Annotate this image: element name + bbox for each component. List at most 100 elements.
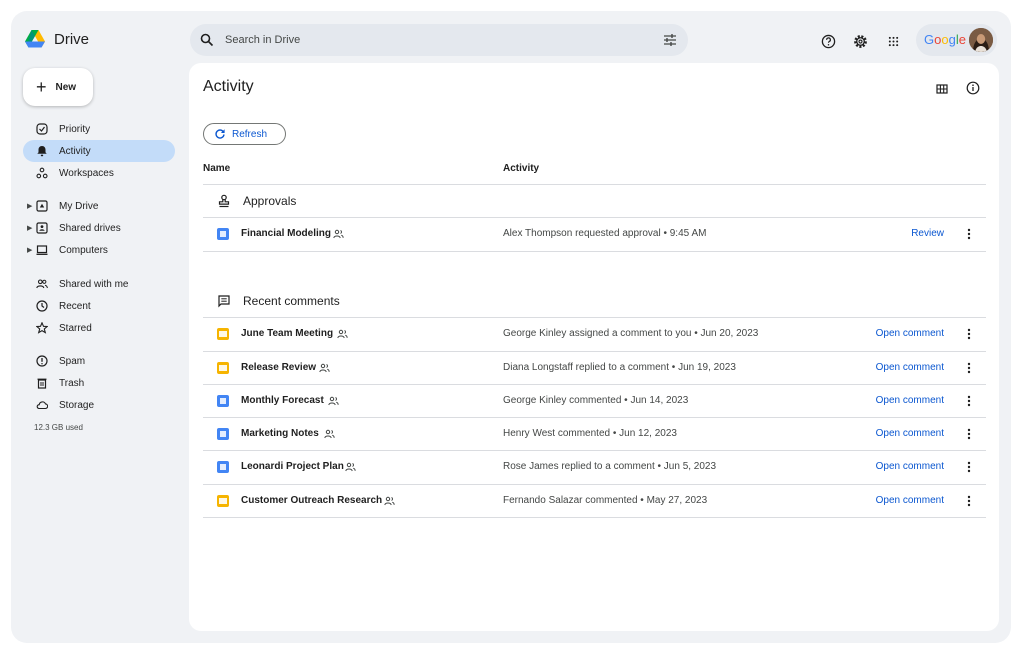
review-link[interactable]: Review: [911, 228, 944, 239]
table-row[interactable]: Leonardi Project Plan Rose James replied…: [203, 451, 986, 484]
sidebar-item-label: Spam: [59, 355, 86, 367]
refresh-button[interactable]: Refresh: [203, 123, 286, 145]
drive-logo[interactable]: Drive: [25, 30, 89, 48]
sidebar-item-label: Shared drives: [59, 222, 121, 234]
priority-icon: [35, 122, 49, 136]
activity-text: Diana Longstaff replied to a comment • J…: [503, 362, 736, 373]
sidebar-item-shared-with-me[interactable]: Shared with me: [23, 273, 175, 295]
sidebar-item-computers[interactable]: ▶ Computers: [23, 239, 175, 261]
account-switcher[interactable]: Google: [916, 24, 997, 56]
column-header-activity: Activity: [503, 163, 540, 174]
table-row[interactable]: Customer Outreach Research Fernando Sala…: [203, 485, 986, 518]
file-name[interactable]: Marketing Notes: [241, 428, 319, 439]
sidebar-item-starred[interactable]: Starred: [23, 317, 175, 339]
more-options-icon[interactable]: [966, 427, 972, 441]
docs-file-icon: [217, 428, 229, 440]
more-options-icon[interactable]: [966, 361, 972, 375]
table-row[interactable]: June Team Meeting George Kinley assigned…: [203, 318, 986, 351]
recent-comments-section-header: Recent comments: [203, 294, 340, 308]
open-comment-link[interactable]: Open comment: [876, 461, 944, 472]
refresh-icon: [215, 129, 225, 139]
activity-text: George Kinley commented • Jun 14, 2023: [503, 395, 689, 406]
refresh-label: Refresh: [232, 128, 268, 140]
main-content: Activity Refresh Name Activity Approvals…: [189, 63, 999, 631]
sidebar-item-label: My Drive: [59, 200, 99, 212]
info-icon[interactable]: [966, 81, 980, 95]
sidebar-item-workspaces[interactable]: Workspaces: [23, 162, 175, 184]
more-options-icon[interactable]: [966, 327, 972, 341]
cloud-icon: [35, 398, 49, 412]
apps-grid-icon[interactable]: [885, 33, 901, 49]
more-options-icon[interactable]: [966, 394, 972, 408]
slides-file-icon: [217, 495, 229, 507]
divider: [203, 517, 986, 518]
sidebar-item-label: Trash: [59, 377, 85, 389]
file-name[interactable]: Financial Modeling: [241, 228, 331, 239]
expand-caret-icon[interactable]: ▶: [27, 202, 32, 210]
sidebar-item-storage[interactable]: Storage: [23, 394, 175, 416]
sidebar-item-trash[interactable]: Trash: [23, 372, 175, 394]
table-row[interactable]: Monthly Forecast George Kinley commented…: [203, 385, 986, 418]
sidebar-item-recent[interactable]: Recent: [23, 295, 175, 317]
activity-text: Henry West commented • Jun 12, 2023: [503, 428, 677, 439]
slides-file-icon: [217, 328, 229, 340]
star-icon: [35, 321, 49, 335]
clock-icon: [35, 299, 49, 313]
sidebar-item-my-drive[interactable]: ▶ My Drive: [23, 195, 175, 217]
table-row[interactable]: Release Review Diana Longstaff replied t…: [203, 352, 986, 385]
activity-text: Alex Thompson requested approval • 9:45 …: [503, 228, 707, 239]
sidebar-item-shared-drives[interactable]: ▶ Shared drives: [23, 217, 175, 239]
shared-icon: [345, 462, 356, 472]
file-name[interactable]: Release Review: [241, 362, 316, 373]
avatar[interactable]: [969, 28, 993, 52]
sidebar-item-label: Shared with me: [59, 278, 129, 290]
docs-file-icon: [217, 395, 229, 407]
open-comment-link[interactable]: Open comment: [876, 495, 944, 506]
open-comment-link[interactable]: Open comment: [876, 328, 944, 339]
activity-text: George Kinley assigned a comment to you …: [503, 328, 759, 339]
shared-icon: [384, 496, 395, 506]
shared-icon: [319, 363, 330, 373]
search-options-icon[interactable]: [663, 33, 677, 47]
shared-with-me-icon: [35, 277, 49, 291]
open-comment-link[interactable]: Open comment: [876, 428, 944, 439]
open-comment-link[interactable]: Open comment: [876, 395, 944, 406]
file-name[interactable]: Leonardi Project Plan: [241, 461, 344, 472]
settings-icon[interactable]: [852, 33, 868, 49]
divider: [203, 184, 986, 185]
column-header-name[interactable]: Name: [203, 163, 230, 174]
help-icon[interactable]: [820, 33, 836, 49]
shared-icon: [337, 329, 348, 339]
section-title: Recent comments: [243, 294, 340, 308]
page-title: Activity: [203, 78, 254, 95]
divider: [203, 251, 986, 252]
file-name[interactable]: Customer Outreach Research: [241, 495, 382, 506]
activity-text: Fernando Salazar commented • May 27, 202…: [503, 495, 708, 506]
expand-caret-icon[interactable]: ▶: [27, 246, 32, 254]
open-comment-link[interactable]: Open comment: [876, 362, 944, 373]
sidebar-item-activity[interactable]: Activity: [23, 140, 175, 162]
search-bar[interactable]: Search in Drive: [190, 24, 688, 56]
table-row[interactable]: Financial Modeling Alex Thompson request…: [203, 218, 986, 251]
comment-icon: [218, 295, 230, 308]
sidebar-item-priority[interactable]: Priority: [23, 118, 175, 140]
search-icon: [200, 33, 214, 47]
more-options-icon[interactable]: [966, 460, 972, 474]
more-options-icon[interactable]: [966, 494, 972, 508]
file-name[interactable]: June Team Meeting: [241, 328, 333, 339]
app-frame: Drive Search in Drive Google + New Prior…: [11, 11, 1011, 643]
table-row[interactable]: Marketing Notes Henry West commented • J…: [203, 418, 986, 451]
trash-icon: [35, 376, 49, 390]
more-options-icon[interactable]: [966, 227, 972, 241]
file-name[interactable]: Monthly Forecast: [241, 395, 324, 406]
approvals-section-header: Approvals: [203, 194, 296, 208]
docs-file-icon: [217, 228, 229, 240]
shared-icon: [328, 396, 339, 406]
drive-logo-icon: [25, 30, 45, 48]
search-input[interactable]: Search in Drive: [225, 34, 300, 46]
sidebar-item-spam[interactable]: Spam: [23, 350, 175, 372]
grid-view-icon[interactable]: [935, 82, 949, 96]
expand-caret-icon[interactable]: ▶: [27, 224, 32, 232]
new-button[interactable]: + New: [23, 68, 93, 106]
approval-stamp-icon: [218, 194, 230, 208]
